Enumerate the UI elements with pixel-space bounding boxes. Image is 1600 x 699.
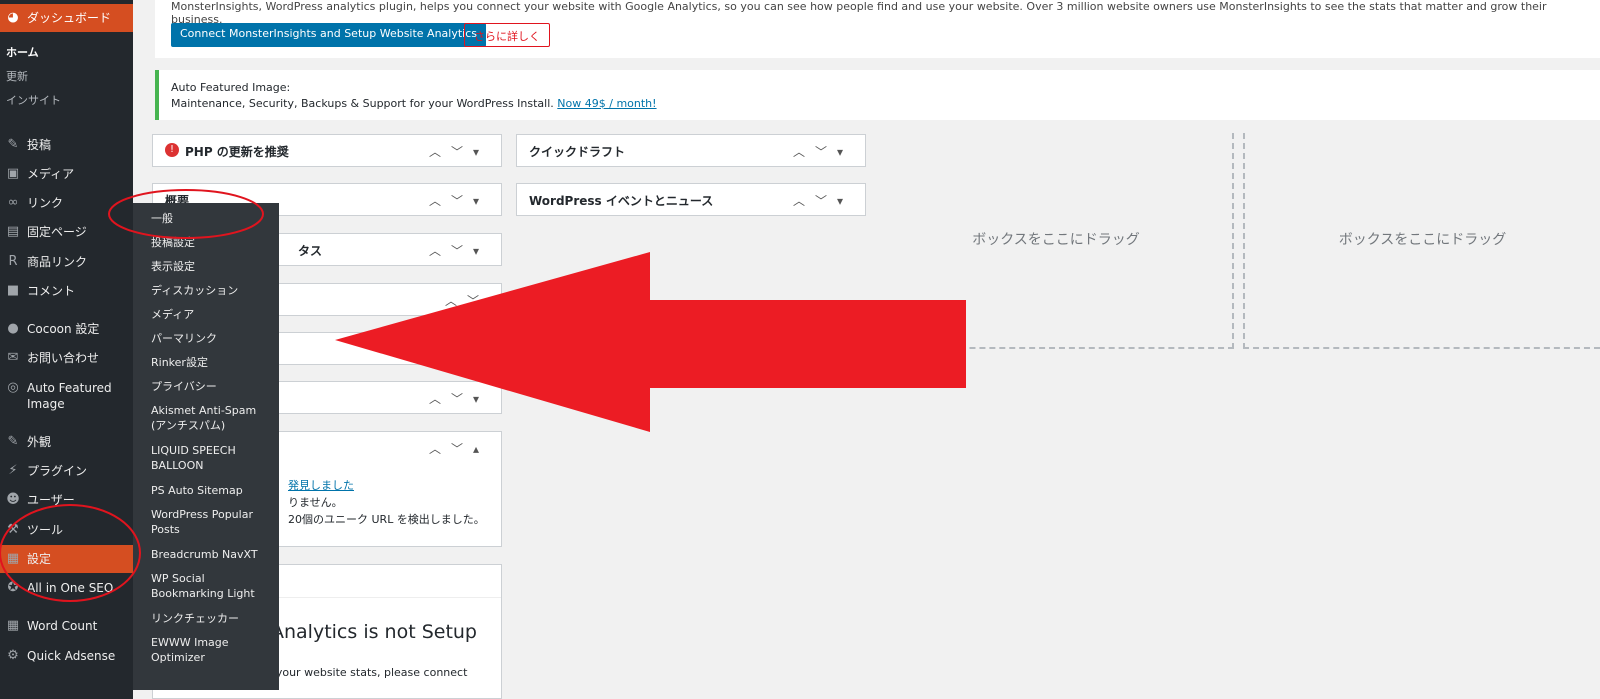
highlight-circle-settings xyxy=(0,504,141,602)
annotation-overlay xyxy=(0,189,966,602)
red-arrow-icon xyxy=(335,252,966,432)
highlight-circle-general xyxy=(108,189,264,239)
